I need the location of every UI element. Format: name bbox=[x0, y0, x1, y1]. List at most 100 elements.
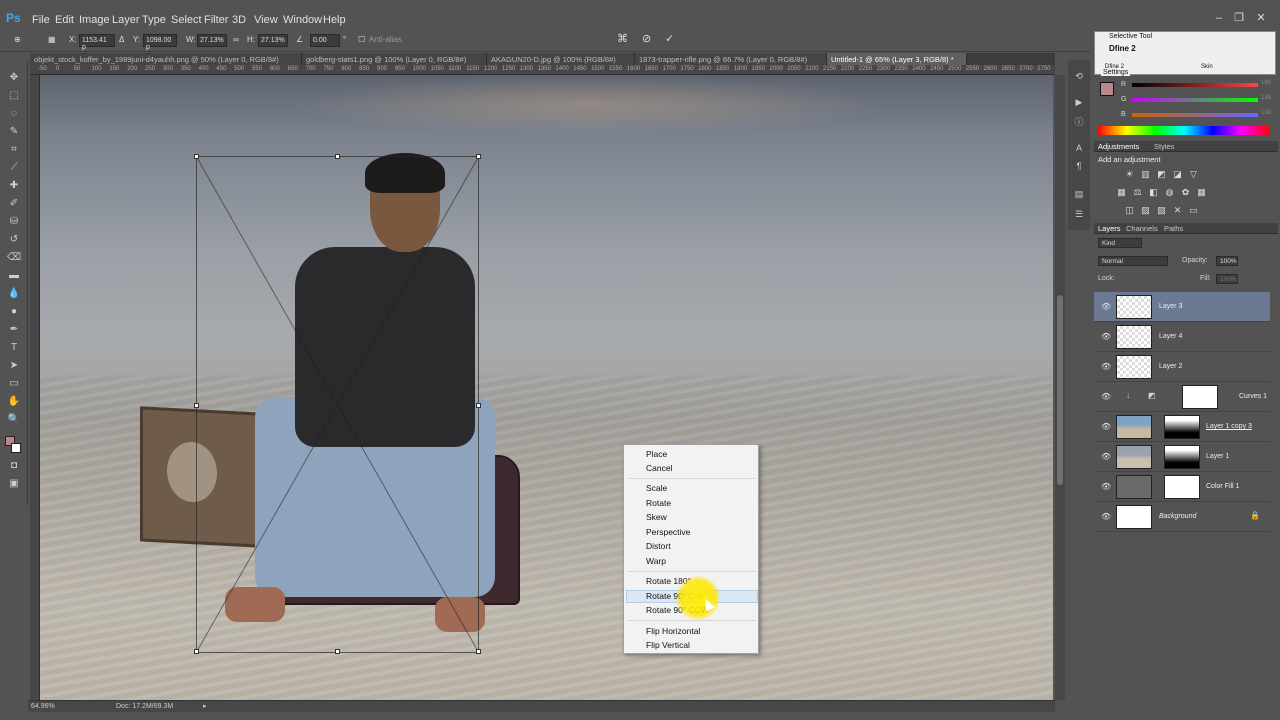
photo-filter-icon[interactable]: ◍ bbox=[1164, 187, 1175, 197]
hand-tool-icon[interactable]: ✋ bbox=[7, 396, 21, 408]
g-slider[interactable] bbox=[1132, 98, 1258, 102]
selective-color-icon[interactable]: ✕ bbox=[1172, 205, 1183, 215]
b-value[interactable]: 139 bbox=[1261, 110, 1271, 116]
cancel-transform-icon[interactable]: ⊘ bbox=[642, 32, 651, 45]
tab-document-active[interactable]: Untitled-1 @ 65% (Layer 3, RGB/8) * bbox=[827, 53, 967, 65]
layer-row[interactable]: 👁 Layer 2 bbox=[1094, 352, 1270, 382]
tab-adjustments[interactable]: Adjustments bbox=[1098, 142, 1139, 151]
menu-item-flip-horizontal[interactable]: Flip Horizontal bbox=[646, 626, 700, 636]
character-icon[interactable]: A bbox=[1073, 142, 1085, 154]
free-transform-box[interactable] bbox=[194, 154, 481, 654]
tab-document[interactable]: AKAGUN20-D.jpg @ 100% (RGB/8#) bbox=[487, 53, 635, 65]
tab-document[interactable]: objekt_stock_koffer_by_1989juni-d4yauhh.… bbox=[30, 53, 302, 65]
menu-item-scale[interactable]: Scale bbox=[646, 483, 667, 493]
menu-filter[interactable]: Filter bbox=[204, 14, 228, 26]
transform-handle[interactable] bbox=[335, 649, 340, 654]
clone-stamp-tool-icon[interactable]: ⛁ bbox=[7, 216, 21, 228]
g-value[interactable]: 135 bbox=[1261, 95, 1271, 101]
y-field[interactable]: 1098.00 p bbox=[143, 34, 177, 51]
menu-help[interactable]: Help bbox=[323, 14, 346, 26]
eraser-tool-icon[interactable]: ⌫ bbox=[7, 252, 21, 264]
layer-name[interactable]: Layer 1 bbox=[1206, 453, 1229, 460]
layer-name[interactable]: Curves 1 bbox=[1239, 393, 1267, 400]
angle-field[interactable]: 0.00 bbox=[310, 34, 340, 47]
brush-tool-icon[interactable]: ✐ bbox=[7, 198, 21, 210]
screen-mode-icon[interactable]: ▣ bbox=[7, 478, 21, 490]
antialias-checkbox[interactable]: ☐ bbox=[358, 35, 365, 44]
pen-tool-icon[interactable]: ✒ bbox=[7, 324, 21, 336]
transform-handle[interactable] bbox=[476, 403, 481, 408]
menu-file[interactable]: File bbox=[32, 14, 50, 26]
status-arrow-icon[interactable]: ▸ bbox=[203, 702, 207, 710]
selective-tool-settings[interactable]: Settings bbox=[1101, 69, 1131, 76]
reference-point-icon[interactable]: ▦ bbox=[48, 35, 56, 44]
minimize-button[interactable]: – bbox=[1212, 12, 1226, 24]
layer-name[interactable]: Layer 4 bbox=[1159, 333, 1182, 340]
layer-row[interactable]: 👁 ↓ ◩ Curves 1 bbox=[1094, 382, 1270, 412]
visibility-eye-icon[interactable]: 👁 bbox=[1101, 302, 1111, 311]
menu-image[interactable]: Image bbox=[79, 14, 110, 26]
brightness-icon[interactable]: ☀ bbox=[1124, 169, 1135, 179]
transform-handle[interactable] bbox=[335, 154, 340, 159]
vibrance-icon[interactable]: ▽ bbox=[1188, 169, 1199, 179]
color-balance-icon[interactable]: ⚖ bbox=[1132, 187, 1143, 197]
h-field[interactable]: 27.13% bbox=[258, 34, 288, 47]
transform-handle[interactable] bbox=[194, 403, 199, 408]
actions-icon[interactable]: ▶ bbox=[1073, 96, 1085, 108]
menu-3d[interactable]: 3D bbox=[232, 14, 246, 26]
channel-mixer-icon[interactable]: ✿ bbox=[1180, 187, 1191, 197]
menu-select[interactable]: Select bbox=[171, 14, 202, 26]
r-value[interactable]: 188 bbox=[1261, 80, 1271, 86]
move-tool-icon[interactable]: ✥ bbox=[7, 72, 21, 84]
transform-icon[interactable]: ⊕ bbox=[14, 35, 21, 44]
properties-icon[interactable]: ☰ bbox=[1073, 208, 1085, 220]
transform-handle[interactable] bbox=[194, 649, 199, 654]
layer-row[interactable]: 👁 Layer 3 bbox=[1094, 292, 1270, 322]
eyedropper-tool-icon[interactable]: ⟋ bbox=[7, 162, 21, 174]
path-select-tool-icon[interactable]: ➤ bbox=[7, 360, 21, 372]
menu-type[interactable]: Type bbox=[142, 14, 166, 26]
healing-tool-icon[interactable]: ✚ bbox=[7, 180, 21, 192]
visibility-eye-icon[interactable]: 👁 bbox=[1101, 452, 1111, 461]
blur-tool-icon[interactable]: 💧 bbox=[7, 288, 21, 300]
fill-field[interactable]: 100% bbox=[1216, 274, 1238, 284]
posterize-icon[interactable]: ▨ bbox=[1140, 205, 1151, 215]
layer-row[interactable]: 👁 Background 🔒 bbox=[1094, 502, 1270, 532]
zoom-tool-icon[interactable]: 🔍 bbox=[7, 414, 21, 426]
menu-item-distort[interactable]: Distort bbox=[646, 541, 671, 551]
threshold-icon[interactable]: ▧ bbox=[1156, 205, 1167, 215]
transform-handle[interactable] bbox=[476, 154, 481, 159]
crop-tool-icon[interactable]: ⌗ bbox=[7, 144, 21, 156]
shape-tool-icon[interactable]: ▭ bbox=[7, 378, 21, 390]
transform-handle[interactable] bbox=[194, 154, 199, 159]
tab-document[interactable]: goldberg-stats1.png @ 100% (Layer 0, RGB… bbox=[302, 53, 487, 65]
tab-styles[interactable]: Styles bbox=[1154, 142, 1174, 151]
selective-tool-row[interactable]: Skin bbox=[1201, 64, 1213, 70]
layer-row[interactable]: 👁 Layer 1 bbox=[1094, 442, 1270, 472]
levels-icon[interactable]: ▥ bbox=[1140, 169, 1151, 179]
menu-layer[interactable]: Layer bbox=[112, 14, 140, 26]
layer-row[interactable]: 👁 Color Fill 1 bbox=[1094, 472, 1270, 502]
black-white-icon[interactable]: ◧ bbox=[1148, 187, 1159, 197]
quick-select-tool-icon[interactable]: ✎ bbox=[7, 126, 21, 138]
b-slider[interactable] bbox=[1132, 113, 1258, 117]
type-tool-icon[interactable]: T bbox=[7, 342, 21, 354]
background-color-swatch[interactable] bbox=[11, 443, 21, 453]
dodge-tool-icon[interactable]: ● bbox=[7, 306, 21, 318]
close-button[interactable]: ✕ bbox=[1254, 12, 1268, 24]
color-spectrum[interactable] bbox=[1098, 126, 1270, 135]
blend-mode-select[interactable]: Normal bbox=[1098, 256, 1168, 266]
menu-view[interactable]: View bbox=[254, 14, 278, 26]
layer-name[interactable]: Background bbox=[1159, 513, 1196, 520]
curves-icon[interactable]: ◩ bbox=[1156, 169, 1167, 179]
selective-tool-preset[interactable]: Dfine 2 bbox=[1109, 44, 1136, 53]
canvas[interactable] bbox=[40, 75, 1053, 700]
visibility-eye-icon[interactable]: 👁 bbox=[1101, 482, 1111, 491]
tab-layers[interactable]: Layers bbox=[1098, 224, 1121, 233]
x-field[interactable]: 1153.41 p bbox=[79, 34, 115, 51]
layer-row[interactable]: 👁 Layer 1 copy 3 bbox=[1094, 412, 1270, 442]
exposure-icon[interactable]: ◪ bbox=[1172, 169, 1183, 179]
commit-transform-icon[interactable]: ✓ bbox=[665, 32, 674, 45]
marquee-tool-icon[interactable]: ⬚ bbox=[7, 90, 21, 102]
foreground-swatch[interactable] bbox=[1100, 82, 1114, 96]
